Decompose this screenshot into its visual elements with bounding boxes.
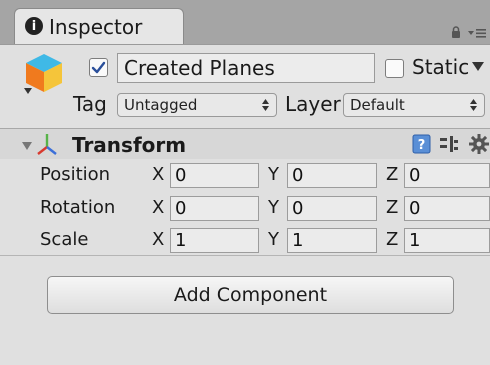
axis-x-label: X (152, 229, 165, 250)
position-z-field[interactable]: 0 (404, 163, 490, 188)
add-component-button[interactable]: Add Component (47, 276, 454, 314)
lock-icon[interactable] (451, 26, 461, 38)
tag-dropdown-value: Untagged (124, 96, 198, 114)
static-checkbox[interactable] (385, 59, 404, 78)
layer-dropdown-value: Default (350, 96, 405, 114)
axis-y-label: Y (268, 164, 279, 185)
updown-arrows-icon (262, 99, 269, 111)
rotation-x-field[interactable]: 0 (170, 196, 259, 221)
scale-label: Scale (40, 229, 89, 250)
layer-label: Layer (285, 92, 341, 116)
scale-z-field[interactable]: 1 (404, 228, 490, 253)
tag-dropdown[interactable]: Untagged (117, 93, 277, 117)
position-label: Position (40, 164, 111, 185)
static-dropdown-arrow-icon[interactable] (472, 62, 484, 72)
active-checkbox[interactable] (89, 58, 108, 77)
menu-icon[interactable] (468, 28, 486, 38)
rotation-y-field[interactable]: 0 (287, 196, 377, 221)
foldout-arrow-icon[interactable] (22, 142, 32, 150)
rotation-z-field[interactable]: 0 (404, 196, 490, 221)
tag-label: Tag (73, 92, 107, 116)
preset-sliders-icon[interactable] (440, 136, 458, 152)
rotation-label: Rotation (40, 197, 116, 218)
transform-axes-icon (37, 134, 57, 155)
tab-inspector-label: Inspector (49, 15, 143, 39)
gear-icon[interactable] (468, 133, 490, 155)
position-y-field[interactable]: 0 (287, 163, 377, 188)
axis-z-label: Z (386, 229, 399, 250)
axis-z-label: Z (386, 197, 399, 218)
scale-y-field[interactable]: 1 (287, 228, 377, 253)
tab-inspector[interactable]: i Inspector (14, 8, 184, 44)
scale-x-field[interactable]: 1 (170, 228, 259, 253)
axis-x-label: X (152, 197, 165, 218)
layer-dropdown[interactable]: Default (343, 93, 485, 117)
gameobject-name-field[interactable]: Created Planes (117, 53, 375, 83)
help-book-icon[interactable]: ? (412, 134, 431, 154)
axis-y-label: Y (268, 197, 279, 218)
updown-arrows-icon (470, 99, 477, 111)
gameobject-cube-icon (24, 54, 62, 94)
axis-x-label: X (152, 164, 165, 185)
info-icon: i (25, 17, 43, 35)
divider (0, 255, 490, 256)
transform-title: Transform (72, 133, 187, 157)
position-x-field[interactable]: 0 (170, 163, 259, 188)
static-label: Static (412, 55, 470, 79)
checkmark-icon (91, 61, 106, 74)
axis-y-label: Y (268, 229, 279, 250)
axis-z-label: Z (386, 164, 399, 185)
svg-text:?: ? (418, 138, 426, 153)
